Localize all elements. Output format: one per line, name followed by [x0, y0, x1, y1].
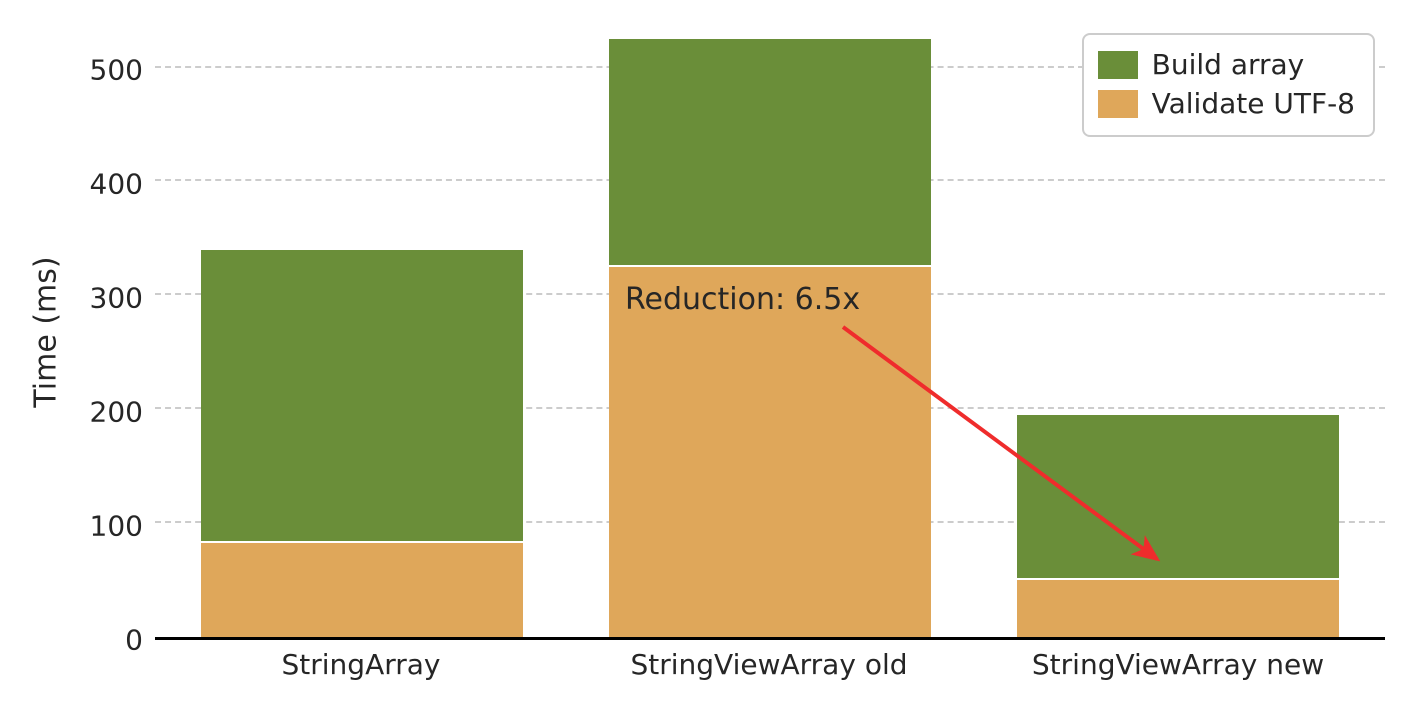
ytick-200: 200: [43, 396, 143, 429]
legend-entry-build: Build array: [1098, 45, 1355, 84]
xtick-1: StringViewArray old: [630, 648, 907, 681]
xtick-2: StringViewArray new: [1032, 648, 1324, 681]
plot-area: Reduction: 6.5x Build array Validate UTF…: [155, 25, 1385, 640]
bar-build-2: [1017, 415, 1339, 580]
legend-label-build: Build array: [1152, 48, 1305, 81]
annotation-text: Reduction: 6.5x: [625, 282, 860, 317]
legend-entry-validate: Validate UTF-8: [1098, 84, 1355, 123]
bar-build-1: [609, 39, 931, 267]
ytick-500: 500: [43, 54, 143, 87]
ytick-100: 100: [43, 510, 143, 543]
ytick-400: 400: [43, 168, 143, 201]
bar-validate-2: [1017, 580, 1339, 637]
bar-validate-1: [609, 267, 931, 637]
legend-label-validate: Validate UTF-8: [1152, 87, 1355, 120]
legend: Build array Validate UTF-8: [1082, 33, 1375, 137]
ytick-0: 0: [43, 624, 143, 657]
legend-swatch-validate: [1098, 90, 1138, 118]
legend-swatch-build: [1098, 51, 1138, 79]
bar-build-0: [201, 250, 523, 543]
xtick-0: StringArray: [282, 648, 441, 681]
stacked-bar-chart: Time (ms) 0 100 200 300 400 500 StringAr…: [0, 0, 1411, 713]
y-axis-label: Time (ms): [29, 256, 64, 407]
ytick-300: 300: [43, 282, 143, 315]
bar-validate-0: [201, 543, 523, 638]
